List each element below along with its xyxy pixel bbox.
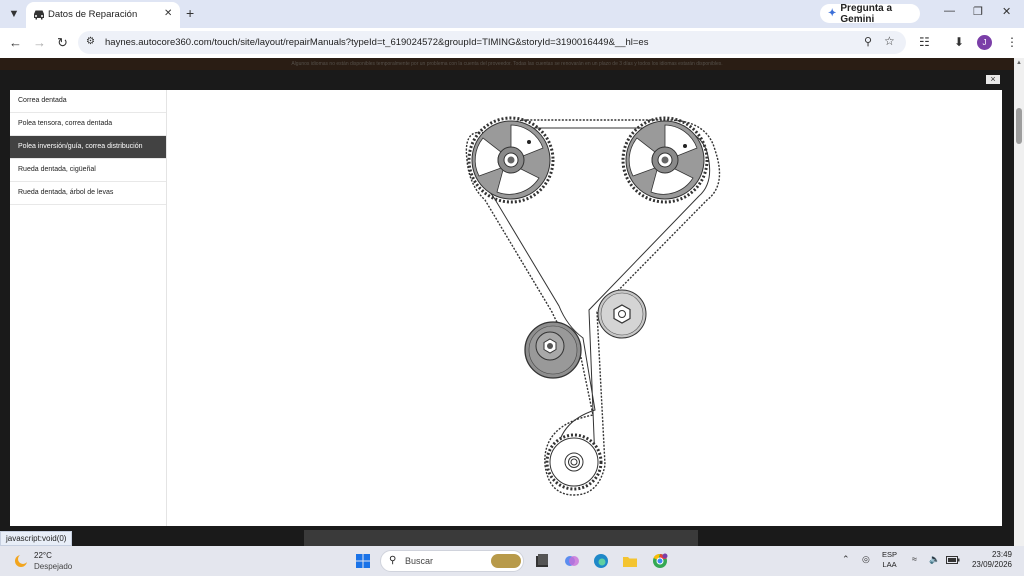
back-icon[interactable]: ←	[9, 35, 22, 50]
avatar[interactable]: J	[977, 35, 992, 50]
tab-bar: ▼ Datos de Reparación ✕ + ✦ Pregunta a G…	[0, 0, 1024, 28]
zoom-icon[interactable]: ⚲	[864, 35, 872, 48]
component-sidebar: Correa dentada Polea tensora, correa den…	[10, 90, 166, 526]
search-highlight-image	[491, 554, 521, 568]
taskbar-search[interactable]: ⚲ Buscar	[380, 550, 524, 572]
page-content: Algunos idiomas no están disponibles tem…	[0, 58, 1024, 546]
minimize-icon[interactable]: —	[944, 5, 955, 17]
wifi-icon[interactable]: ≈	[912, 554, 917, 564]
page-scrollbar[interactable]: ▲	[1014, 58, 1024, 546]
windows-icon[interactable]	[356, 554, 370, 568]
maximize-icon[interactable]: ❐	[973, 5, 983, 18]
chevron-up-icon[interactable]: ⌃	[842, 554, 850, 565]
search-icon: ⚲	[389, 555, 397, 566]
download-icon[interactable]: ⬇	[954, 35, 964, 49]
scroll-up-icon[interactable]: ▲	[1016, 60, 1022, 66]
tab-search-menu-icon[interactable]: ▼	[4, 4, 24, 24]
repair-modal: Correa dentada Polea tensora, correa den…	[10, 90, 1002, 526]
chrome-icon[interactable]	[652, 553, 668, 569]
gemini-label: Pregunta a Gemini	[840, 2, 893, 25]
sidebar-item-rueda-ciguenal[interactable]: Rueda dentada, cigüeñal	[10, 159, 166, 182]
tensioner-pulley	[524, 321, 582, 379]
camshaft-sprocket-right	[621, 116, 709, 204]
tune-icon[interactable]: ⚙	[86, 36, 95, 47]
sidebar-item-correa-dentada[interactable]: Correa dentada	[10, 90, 166, 113]
file-app-icon[interactable]	[534, 553, 550, 569]
gemini-button[interactable]: ✦ Pregunta a Gemini	[820, 2, 920, 25]
sidebar-item-polea-inversion[interactable]: Polea inversión/guía, correa distribució…	[10, 136, 166, 159]
url-text[interactable]: haynes.autocore360.com/touch/site/layout…	[105, 37, 648, 48]
language-code: ESP	[882, 550, 898, 559]
reload-icon[interactable]: ↻	[57, 35, 68, 51]
scroll-thumb[interactable]	[1016, 108, 1022, 144]
menu-icon[interactable]: ⋮	[1006, 35, 1018, 49]
close-icon[interactable]: ✕	[164, 8, 172, 19]
star-icon[interactable]: ☆	[884, 34, 895, 48]
address-bar[interactable]: ⚙ haynes.autocore360.com/touch/site/layo…	[78, 31, 906, 54]
windows-taskbar: 22°C Despejado ⚲ Buscar ⌃ ◎ ESP LAA ≈ 🔈 …	[0, 546, 1024, 576]
browser-toolbar: ← → ↻ ⚙ haynes.autocore360.com/touch/sit…	[0, 28, 1024, 58]
camshaft-sprocket-left	[467, 116, 555, 204]
belt-diagram-svg	[465, 116, 721, 496]
sparkle-icon: ✦	[828, 8, 837, 19]
sidebar-item-polea-tensora[interactable]: Polea tensora, correa dentada	[10, 113, 166, 136]
timing-belt-diagram	[166, 90, 1002, 526]
folder-icon[interactable]	[622, 553, 638, 569]
forward-icon[interactable]: →	[33, 35, 46, 50]
edge-icon[interactable]	[593, 553, 609, 569]
status-url: javascript:void(0)	[0, 531, 73, 546]
weather-condition: Despejado	[34, 562, 73, 571]
keyboard-layout: LAA	[882, 560, 897, 569]
background-strip	[304, 530, 698, 546]
car-icon	[34, 10, 44, 20]
clock-time: 23:49	[991, 550, 1012, 559]
tab-datos-reparacion[interactable]: Datos de Reparación ✕	[26, 2, 180, 28]
sidebar-item-rueda-arbol-levas[interactable]: Rueda dentada, árbol de levas	[10, 182, 166, 205]
new-tab-button[interactable]: +	[186, 5, 194, 21]
notice-banner: Algunos idiomas no están disponibles tem…	[0, 58, 1014, 70]
guide-pulley	[597, 289, 647, 339]
language-indicator[interactable]: ESP LAA	[882, 550, 897, 570]
extensions-icon[interactable]: ☷	[919, 35, 930, 49]
volume-icon[interactable]: 🔈	[929, 554, 940, 565]
copilot-icon[interactable]	[564, 553, 580, 569]
search-placeholder: Buscar	[405, 556, 434, 566]
network-status-icon[interactable]: ◎	[862, 554, 870, 565]
sun-icon	[15, 554, 28, 567]
battery-icon[interactable]	[946, 556, 960, 564]
tab-title: Datos de Reparación	[48, 9, 138, 20]
window-close-icon[interactable]: ✕	[1002, 5, 1011, 18]
system-clock[interactable]: 23:49 23/09/2026	[964, 550, 1012, 570]
weather-temperature: 22°C	[34, 551, 52, 560]
clock-date: 23/09/2026	[971, 560, 1012, 569]
modal-close-button[interactable]: ×	[986, 75, 1000, 84]
crankshaft-sprocket	[545, 433, 603, 491]
